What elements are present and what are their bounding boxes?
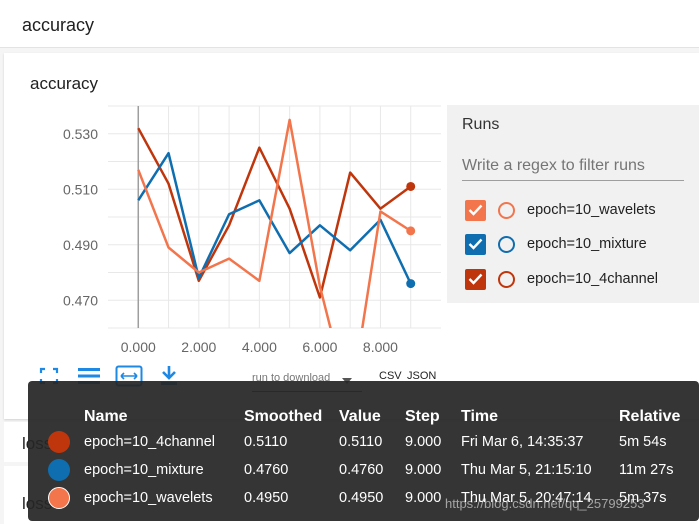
checkbox-checked-icon[interactable] [465, 268, 486, 290]
tooltip-row-name: epoch=10_wavelets [84, 490, 213, 506]
series-point [406, 181, 416, 191]
run-label: epoch=10_mixture [527, 236, 647, 252]
tooltip-row-relative: 11m 27s [619, 462, 674, 478]
checkbox-checked-icon[interactable] [465, 233, 486, 255]
run-color-dot-icon [48, 459, 70, 481]
tooltip-header-smoothed: Smoothed [244, 408, 323, 425]
x-tick-label: 2.000 [181, 339, 216, 355]
y-tick-label: 0.510 [63, 181, 98, 197]
tooltip-row-value: 0.4760 [339, 462, 384, 478]
run-label: epoch=10_wavelets [527, 202, 656, 218]
run-row-mixture[interactable]: epoch=10_mixture [465, 232, 647, 256]
tooltip-row-step: 9.000 [405, 490, 442, 506]
run-label: epoch=10_4channel [527, 271, 659, 287]
run-color-circle-icon [498, 201, 515, 219]
tooltip-header-step: Step [405, 408, 440, 425]
tooltip-row-time: Fri Mar 6, 14:35:37 [461, 434, 584, 450]
tooltip-row-step: 9.000 [405, 434, 442, 450]
y-tick-label: 0.530 [63, 126, 98, 142]
run-row-wavelets[interactable]: epoch=10_wavelets [465, 198, 656, 222]
x-tick-label: 0.000 [121, 339, 156, 355]
tooltip-row-value: 0.4950 [339, 490, 384, 506]
tooltip-row-name: epoch=10_mixture [84, 462, 204, 478]
tooltip-row-name: epoch=10_4channel [84, 434, 216, 450]
run-color-circle-icon [498, 270, 515, 288]
tooltip-row-smoothed: 0.5110 [244, 434, 288, 450]
tooltip-header-name: Name [84, 408, 128, 425]
runs-panel: Runs epoch=10_wavelets epoch=10_mixture … [447, 105, 699, 303]
tooltip-header-value: Value [339, 408, 381, 425]
run-color-dot-icon [48, 487, 70, 509]
tooltip-header-relative: Relative [619, 408, 681, 425]
x-tick-label: 4.000 [242, 339, 277, 355]
checkbox-checked-icon[interactable] [465, 199, 486, 221]
tooltip-row-time: Thu Mar 5, 21:15:10 [461, 462, 592, 478]
runs-filter-input[interactable] [462, 151, 684, 181]
tooltip-row-value: 0.5110 [339, 434, 383, 450]
y-tick-label: 0.490 [63, 237, 98, 253]
run-color-circle-icon [498, 235, 515, 253]
tooltip-row-smoothed: 0.4950 [244, 490, 289, 506]
tooltip-row-smoothed: 0.4760 [244, 462, 289, 478]
tooltip-row-relative: 5m 54s [619, 434, 667, 450]
run-row-4channel[interactable]: epoch=10_4channel [465, 267, 658, 291]
tooltip-row-step: 9.000 [405, 462, 442, 478]
series-point [406, 279, 416, 289]
x-tick-label: 8.000 [363, 339, 398, 355]
runs-title: Runs [462, 116, 500, 133]
tooltip-header-time: Time [461, 408, 499, 425]
y-tick-label: 0.470 [63, 292, 98, 308]
watermark: https://blog.csdn.net/qq_25799253 [445, 496, 645, 511]
run-color-dot-icon [48, 431, 70, 453]
x-tick-label: 6.000 [302, 339, 337, 355]
series-point [406, 226, 416, 236]
